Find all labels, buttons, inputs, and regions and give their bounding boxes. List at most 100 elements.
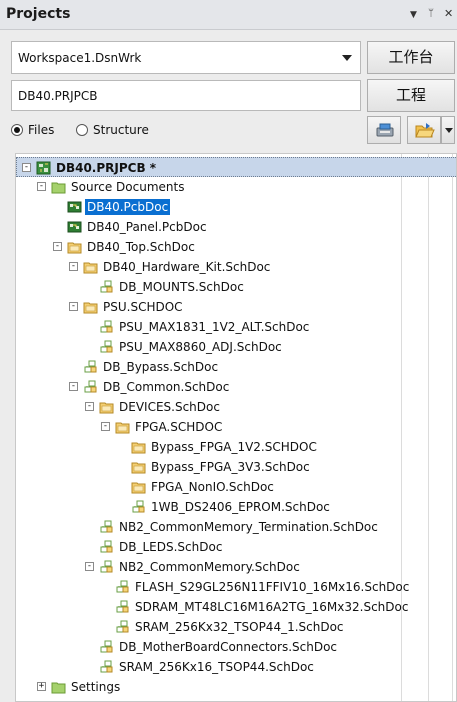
files-radio-option[interactable]: Files [11, 121, 54, 139]
tree-item-label: DB40.PcbDoc [85, 199, 171, 215]
open-folder-icon [415, 122, 435, 142]
sch-folder-icon [115, 420, 130, 434]
tree-item-label: SRAM_256Kx32_TSOP44_1.SchDoc [135, 620, 344, 634]
compile-button[interactable] [367, 116, 401, 144]
sch-doc-icon [115, 600, 130, 614]
tree-item[interactable]: SDRAM_MT48LC16M16A2TG_16Mx32.SchDoc [16, 597, 456, 617]
collapse-toggle-icon[interactable]: - [69, 382, 78, 391]
collapse-toggle-icon[interactable]: - [69, 302, 78, 311]
sch-doc-icon [99, 280, 114, 294]
open-button[interactable] [407, 116, 441, 144]
sch-folder-icon [131, 460, 146, 474]
structure-radio-option[interactable]: Structure [76, 121, 149, 139]
sch-folder-icon [83, 260, 98, 274]
tree-item[interactable]: DB_MOUNTS.SchDoc [16, 277, 456, 297]
tree-item-label: DB40_Panel.PcbDoc [87, 220, 207, 234]
panel-title: Projects [6, 6, 71, 22]
folder-green-icon [51, 180, 66, 194]
tree-item-label: FPGA_NonIO.SchDoc [151, 480, 274, 494]
open-dropdown-button[interactable] [441, 116, 455, 144]
tree-item-label: NB2_CommonMemory.SchDoc [119, 560, 300, 574]
sch-doc-icon [99, 660, 114, 674]
tree-item[interactable]: - DB40_Hardware_Kit.SchDoc [16, 257, 456, 277]
structure-radio[interactable] [76, 124, 88, 136]
project-field[interactable]: DB40.PRJPCB [11, 80, 361, 111]
tree-item[interactable]: Bypass_FPGA_1V2.SCHDOC [16, 437, 456, 457]
collapse-toggle-icon[interactable]: - [85, 402, 94, 411]
tree-item[interactable]: FLASH_S29GL256N11FFIV10_16Mx16.SchDoc [16, 577, 456, 597]
tree-item[interactable]: DB_LEDS.SchDoc [16, 537, 456, 557]
folder-green-icon [51, 680, 66, 694]
sch-folder-icon [131, 440, 146, 454]
project-button[interactable]: 工程 [367, 79, 455, 112]
tree-item-label: Settings [71, 680, 121, 694]
tree-item-label: PSU_MAX8860_ADJ.SchDoc [119, 340, 282, 354]
compile-icon [376, 122, 394, 141]
sch-folder-icon [67, 240, 82, 254]
collapse-toggle-icon[interactable]: - [22, 163, 31, 172]
sch-doc-icon [99, 320, 114, 334]
close-icon[interactable]: ✕ [444, 7, 453, 21]
tree-item-label: NB2_CommonMemory_Termination.SchDoc [119, 520, 378, 534]
sch-doc-icon [99, 560, 114, 574]
chevron-down-icon[interactable] [342, 55, 352, 61]
tree-item[interactable]: SRAM_256Kx32_TSOP44_1.SchDoc [16, 617, 456, 637]
sch-doc-icon [99, 540, 114, 554]
sch-folder-icon [131, 480, 146, 494]
tree-item[interactable]: DB_MotherBoardConnectors.SchDoc [16, 637, 456, 657]
tree-item[interactable]: - DB40_Top.SchDoc [16, 237, 456, 257]
structure-radio-label: Structure [93, 123, 149, 137]
pcb-doc-icon [67, 200, 82, 214]
expand-toggle-icon[interactable]: + [37, 682, 46, 691]
tree-item[interactable]: - NB2_CommonMemory.SchDoc [16, 557, 456, 577]
workspace-dropdown[interactable]: Workspace1.DsnWrk [11, 41, 361, 74]
panel-menu-icon[interactable]: ▼ [410, 8, 417, 22]
tree-item[interactable]: - Source Documents [16, 177, 456, 197]
tree-item-label: DB_Common.SchDoc [103, 380, 230, 394]
sch-doc-icon [99, 340, 114, 354]
tree-item[interactable]: DB40.PcbDoc [16, 197, 456, 217]
tree-item-label: DB_MotherBoardConnectors.SchDoc [119, 640, 338, 654]
tree-item-label: FLASH_S29GL256N11FFIV10_16Mx16.SchDoc [135, 580, 410, 594]
files-radio[interactable] [11, 124, 23, 136]
tree-item[interactable]: NB2_CommonMemory_Termination.SchDoc [16, 517, 456, 537]
sch-doc-icon [115, 620, 130, 634]
collapse-toggle-icon[interactable]: - [69, 262, 78, 271]
tree-item[interactable]: - FPGA.SCHDOC [16, 417, 456, 437]
tree-item[interactable]: Bypass_FPGA_3V3.SchDoc [16, 457, 456, 477]
tree-item[interactable]: PSU_MAX8860_ADJ.SchDoc [16, 337, 456, 357]
sch-doc-icon [83, 380, 98, 394]
sch-doc-icon [99, 520, 114, 534]
tree-item[interactable]: + Settings [16, 677, 456, 697]
pin-icon[interactable]: ᛘ [428, 7, 434, 21]
tree-item-label: DB40_Top.SchDoc [87, 240, 195, 254]
project-tree[interactable]: - DB40.PRJPCB * - Source Documents DB40.PcbD… [15, 153, 457, 702]
tree-item-label: DEVICES.SchDoc [119, 400, 220, 414]
tree-item[interactable]: - DB40.PRJPCB * [16, 157, 456, 177]
collapse-toggle-icon[interactable]: - [85, 562, 94, 571]
tree-item-label: DB40_Hardware_Kit.SchDoc [103, 260, 271, 274]
sch-folder-icon [83, 300, 98, 314]
tree-item[interactable]: - PSU.SCHDOC [16, 297, 456, 317]
panel-titlebar: Projects ▼ ᛘ ✕ [0, 0, 457, 30]
collapse-toggle-icon[interactable]: - [37, 182, 46, 191]
tree-item[interactable]: PSU_MAX1831_1V2_ALT.SchDoc [16, 317, 456, 337]
tree-item-label: PSU_MAX1831_1V2_ALT.SchDoc [119, 320, 310, 334]
workspace-button[interactable]: 工作台 [367, 41, 455, 74]
tree-item-label: DB_MOUNTS.SchDoc [119, 280, 244, 294]
tree-item[interactable]: SRAM_256Kx16_TSOP44.SchDoc [16, 657, 456, 677]
tree-item[interactable]: - DEVICES.SchDoc [16, 397, 456, 417]
tree-item-label: 1WB_DS2406_EPROM.SchDoc [151, 500, 330, 514]
sch-doc-icon [99, 640, 114, 654]
collapse-toggle-icon[interactable]: - [101, 422, 110, 431]
tree-item-label: PSU.SCHDOC [103, 300, 183, 314]
pcb-doc-icon [67, 220, 82, 234]
tree-item[interactable]: 1WB_DS2406_EPROM.SchDoc [16, 497, 456, 517]
files-radio-label: Files [28, 123, 55, 137]
tree-item[interactable]: FPGA_NonIO.SchDoc [16, 477, 456, 497]
tree-item[interactable]: DB_Bypass.SchDoc [16, 357, 456, 377]
tree-item[interactable]: - DB_Common.SchDoc [16, 377, 456, 397]
tree-item-label: Bypass_FPGA_1V2.SCHDOC [151, 440, 317, 454]
tree-item[interactable]: DB40_Panel.PcbDoc [16, 217, 456, 237]
collapse-toggle-icon[interactable]: - [53, 242, 62, 251]
